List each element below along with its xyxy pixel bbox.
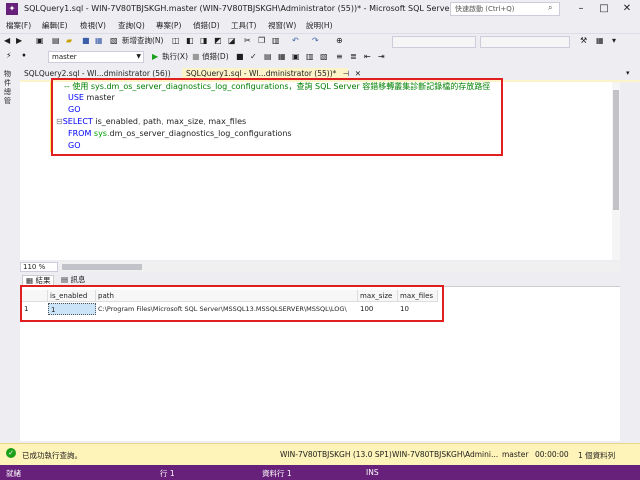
results-file-icon[interactable]: ▧: [320, 50, 328, 64]
dax-icon[interactable]: ◪: [228, 34, 236, 48]
dmx-icon[interactable]: ◨: [200, 34, 208, 48]
redo-icon[interactable]: ↷: [312, 34, 319, 48]
outdent-icon[interactable]: ⇤: [364, 50, 371, 64]
user-info: WIN-7V80TBJSKGH\Admini...: [392, 450, 499, 459]
search-dropdown[interactable]: [480, 36, 570, 48]
results-text-icon[interactable]: ▣: [292, 50, 300, 64]
forward-icon[interactable]: ▶: [16, 34, 22, 48]
query-status-bar: 已成功執行查詢。 WIN-7V80TBJSKGH (13.0 SP1) WIN-…: [0, 443, 640, 465]
editor-horizontal-scrollbar[interactable]: [60, 262, 620, 272]
title-bar: ✦ SQLQuery1.sql - WIN-7V80TBJSKGH.master…: [0, 0, 640, 18]
row-count: 1 個資料列: [578, 451, 616, 460]
zoom-icon[interactable]: ⊕: [336, 34, 343, 48]
horizontal-scroll-thumb[interactable]: [62, 264, 142, 270]
menu-project[interactable]: 專案(P): [156, 20, 181, 31]
cut-icon[interactable]: ✂: [244, 34, 251, 48]
window-title: SQLQuery1.sql - WIN-7V80TBJSKGH.master (…: [24, 4, 495, 13]
database-select-value: master: [52, 53, 77, 61]
menu-query[interactable]: 查詢(Q): [118, 20, 145, 31]
open-folder-icon[interactable]: ▰: [66, 34, 72, 48]
uncomment-icon[interactable]: ≣: [350, 50, 357, 64]
database-info: master: [502, 450, 529, 459]
status-column: 資料行 1: [262, 469, 292, 478]
menu-edit[interactable]: 編輯(E): [42, 20, 68, 31]
db-query-icon[interactable]: ◫: [172, 34, 180, 48]
menu-debug[interactable]: 偵錯(D): [193, 20, 220, 31]
object-explorer-sidebar[interactable]: 物件總管: [0, 64, 20, 464]
display-plan-icon[interactable]: ▤: [264, 50, 272, 64]
stop-icon[interactable]: ■: [192, 50, 200, 64]
new-query-icon[interactable]: ▧: [110, 34, 118, 48]
status-bar: 就緒 行 1 資料行 1 INS: [0, 465, 640, 480]
close-icon[interactable]: ✕: [355, 69, 361, 78]
elapsed-time: 00:00:00: [535, 450, 569, 459]
object-explorer-label: 物件總管: [4, 70, 11, 105]
solution-config-dropdown[interactable]: [392, 36, 476, 48]
search-icon[interactable]: ⌕: [548, 3, 552, 13]
tab-results-label: 結果: [35, 276, 51, 285]
execute-icon[interactable]: ▶: [152, 50, 158, 64]
menu-bar: 檔案(F) 編輯(E) 檢視(V) 查詢(Q) 專案(P) 偵錯(D) 工具(T…: [0, 18, 640, 32]
menu-help[interactable]: 說明(H): [306, 20, 333, 31]
status-line: 行 1: [160, 469, 175, 478]
standard-toolbar: ◀ ▶ ▣ ▤ ▰ ■ ▦ ▧ 新增查詢(N) ◫ ◧ ◨ ◩ ◪ ✂ ❐ ▥ …: [0, 33, 640, 49]
indent-icon[interactable]: ⇥: [378, 50, 385, 64]
new-project-icon[interactable]: ▣: [36, 34, 44, 48]
new-query-button[interactable]: 新增查詢(N): [122, 34, 163, 48]
success-check-icon: ✓: [6, 448, 16, 458]
tab-overflow-icon[interactable]: ▾: [626, 69, 630, 77]
status-ready: 就緒: [6, 469, 21, 478]
paste-icon[interactable]: ▥: [272, 34, 280, 48]
results-grid-icon[interactable]: ▥: [306, 50, 314, 64]
results-highlight-box: [20, 285, 444, 322]
add-item-icon[interactable]: ▤: [52, 34, 60, 48]
pin-icon[interactable]: ⊣: [343, 69, 350, 78]
mdx-icon[interactable]: ◧: [186, 34, 194, 48]
save-all-icon[interactable]: ▦: [95, 34, 103, 48]
comment-icon[interactable]: ≡: [336, 50, 343, 64]
execute-button[interactable]: 執行(X): [162, 50, 188, 64]
more-icon[interactable]: ▾: [612, 34, 616, 48]
query-designer-icon[interactable]: ▦: [278, 50, 286, 64]
code-highlight-box: [51, 78, 503, 156]
tab-messages-label: 訊息: [70, 275, 86, 284]
tab-sqlquery1-label: SQLQuery1.sql - WI...dministrator (55))*: [186, 69, 337, 78]
chevron-down-icon: ▼: [136, 53, 141, 60]
undo-icon[interactable]: ↶: [292, 34, 299, 48]
zoom-select[interactable]: 110 %: [20, 262, 58, 272]
ssms-app-icon: ✦: [6, 3, 18, 15]
back-icon[interactable]: ◀: [4, 34, 10, 48]
editor-scroll-thumb[interactable]: [613, 90, 619, 210]
menu-view[interactable]: 檢視(V): [80, 20, 106, 31]
toolbox-icon[interactable]: ▦: [596, 34, 604, 48]
tab-messages[interactable]: ▤ 訊息: [58, 275, 88, 285]
menu-window[interactable]: 視窗(W): [268, 20, 296, 31]
debug-button[interactable]: 偵錯(D): [202, 50, 229, 64]
properties-icon[interactable]: ⚒: [580, 34, 587, 48]
change-connection-icon[interactable]: ꔷ: [22, 49, 26, 63]
maximize-button[interactable]: □: [593, 1, 615, 17]
exec-message: 已成功執行查詢。: [22, 451, 82, 460]
connect-icon[interactable]: ⚡: [6, 49, 12, 63]
close-window-button[interactable]: ✕: [616, 1, 638, 17]
parse-icon[interactable]: ✓: [250, 50, 257, 64]
save-icon[interactable]: ■: [82, 34, 90, 48]
status-mode: INS: [366, 468, 379, 477]
copy-icon[interactable]: ❐: [258, 34, 265, 48]
quick-launch-input[interactable]: 快速啟動 (Ctrl+Q): [450, 2, 560, 16]
menu-file[interactable]: 檔案(F): [6, 20, 31, 31]
database-select[interactable]: master ▼: [48, 51, 144, 63]
minimize-button[interactable]: –: [570, 1, 592, 17]
xmla-icon[interactable]: ◩: [214, 34, 222, 48]
server-info: WIN-7V80TBJSKGH (13.0 SP1): [280, 450, 392, 459]
menu-tools[interactable]: 工具(T): [231, 20, 256, 31]
cancel-query-icon[interactable]: ■: [236, 50, 244, 64]
